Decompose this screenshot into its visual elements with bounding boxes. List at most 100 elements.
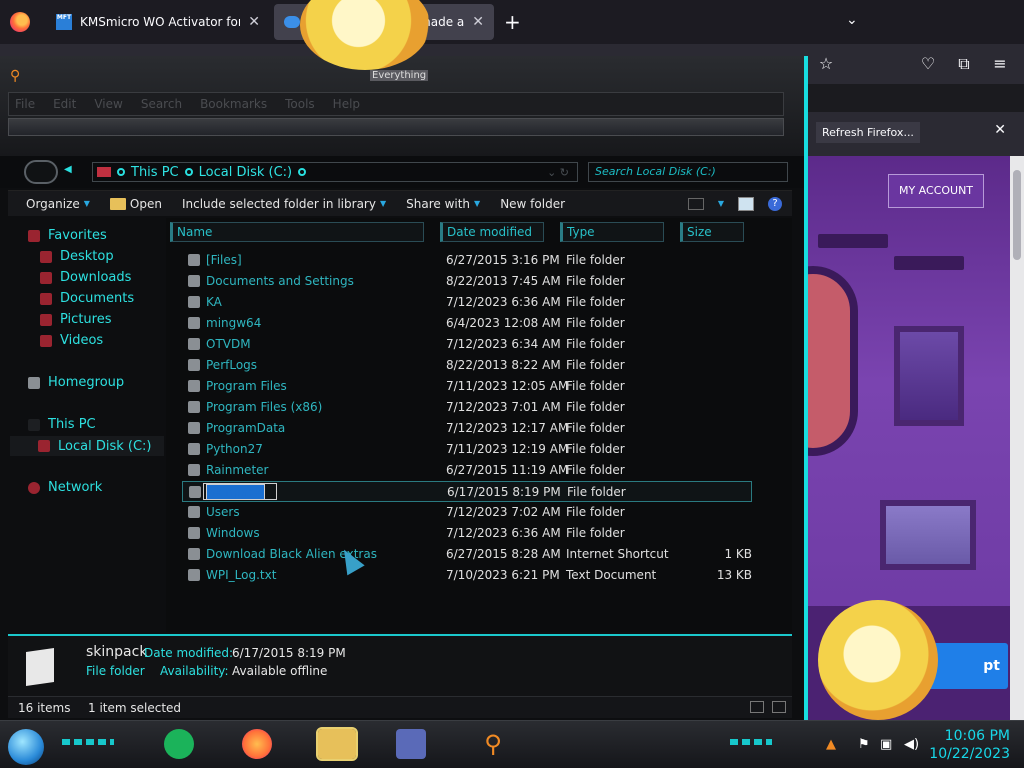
file-name: WPI_Log.txt	[206, 568, 277, 582]
organize-label: Organize	[26, 196, 80, 211]
breadcrumb-this-pc[interactable]: This PC	[131, 165, 179, 180]
details-date-value: 6/17/2015 8:19 PM	[232, 646, 346, 660]
file-row[interactable]: WPI_Log.txt 7/10/2023 6:21 PM Text Documen…	[182, 565, 752, 586]
action-center-icon[interactable]: ⚑	[858, 737, 870, 752]
start-orb-icon[interactable]	[8, 729, 44, 765]
new-tab-icon[interactable]: +	[504, 10, 521, 34]
my-account-button[interactable]: MY ACCOUNT	[888, 174, 984, 208]
app-window-taskbar-icon[interactable]	[396, 729, 426, 759]
file-date: 6/27/2015 11:19 AM	[446, 463, 569, 477]
file-date: 7/12/2023 7:01 AM	[446, 400, 561, 414]
folder-icon	[188, 422, 200, 434]
new-folder-button[interactable]: New folder	[500, 197, 565, 211]
share-with-button[interactable]: Share with ▼	[406, 197, 480, 211]
file-explorer-taskbar-icon[interactable]	[316, 727, 358, 761]
close-icon[interactable]: ✕	[994, 122, 1006, 138]
menu-bookmarks[interactable]: Bookmarks	[200, 97, 267, 111]
menu-help[interactable]: Help	[333, 97, 360, 111]
decorative-dots	[62, 739, 114, 745]
nav-downloads[interactable]: Downloads	[40, 270, 131, 285]
menu-search[interactable]: Search	[141, 97, 182, 111]
open-button[interactable]: Open	[109, 197, 162, 211]
preview-pane-icon[interactable]	[738, 196, 754, 211]
column-header-date[interactable]: Date modified	[440, 222, 544, 242]
file-row[interactable]: [Files] 6/27/2015 3:16 PM File folder	[182, 250, 752, 271]
network-tray-icon[interactable]: ▣	[880, 737, 892, 752]
column-header-size[interactable]: Size	[680, 222, 744, 242]
accept-button[interactable]: pt	[926, 643, 1008, 689]
refresh-firefox-button[interactable]: Refresh Firefox...	[816, 122, 920, 143]
file-row[interactable]: mingw64 6/4/2023 12:08 AM File folder	[182, 313, 752, 334]
column-header-type[interactable]: Type	[560, 222, 664, 242]
volume-icon[interactable]: ◀)	[904, 737, 919, 752]
file-row[interactable]: PerfLogs 8/22/2013 8:22 AM File folder	[182, 355, 752, 376]
file-row[interactable]: OTVDM 7/12/2023 6:34 AM File folder	[182, 334, 752, 355]
breadcrumb-local-disk[interactable]: Local Disk (C:)	[199, 165, 292, 180]
search-icon[interactable]: ⚲	[10, 68, 20, 84]
file-row[interactable]: ProgramData 7/12/2023 12:17 AM File folder	[182, 418, 752, 439]
details-view-icon[interactable]	[750, 701, 764, 713]
search-input[interactable]: Search Local Disk (C:)	[588, 162, 788, 182]
help-icon[interactable]: ?	[768, 196, 782, 211]
drive-icon	[38, 440, 50, 452]
file-date: 7/11/2023 12:19 AM	[446, 442, 569, 456]
pocket-icon[interactable]: ♡	[918, 54, 938, 73]
firefox-taskbar-icon[interactable]	[242, 729, 272, 759]
file-row[interactable]: Download Black Alien extras 6/27/2015 8:2…	[182, 544, 752, 565]
file-row[interactable]: KA 7/12/2023 6:36 AM File folder	[182, 292, 752, 313]
tray-app-icon[interactable]: ▲	[826, 737, 836, 752]
list-all-tabs-icon[interactable]: ⌄	[846, 12, 858, 28]
file-name: ProgramData	[206, 421, 286, 435]
star-icon[interactable]: ☆	[816, 54, 836, 73]
column-header-name[interactable]: Name	[170, 222, 424, 242]
file-row[interactable]: Users 7/12/2023 7:02 AM File folder	[182, 502, 752, 523]
file-row[interactable]: Program Files (x86) 7/12/2023 7:01 AM File…	[182, 397, 752, 418]
scrollbar-thumb[interactable]	[1013, 170, 1021, 260]
nav-this-pc[interactable]: This PC	[28, 417, 96, 432]
file-row[interactable]: Documents and Settings 8/22/2013 7:45 AM F…	[182, 271, 752, 292]
menu-view[interactable]: View	[94, 97, 122, 111]
close-icon[interactable]: ✕	[472, 14, 484, 30]
search-everything-taskbar-icon[interactable]: ⚲	[478, 729, 508, 759]
file-name: Python27	[206, 442, 263, 456]
file-type: File folder	[566, 253, 625, 267]
downloads-icon	[40, 271, 52, 284]
nav-videos[interactable]: Videos	[40, 333, 103, 348]
nav-network[interactable]: Network	[28, 480, 102, 495]
menu-icon[interactable]: ≡	[990, 54, 1010, 73]
file-row[interactable]: Program Files 7/11/2023 12:05 AM File fold…	[182, 376, 752, 397]
extensions-icon[interactable]: ⧉	[954, 54, 974, 74]
chat-app-icon[interactable]	[164, 729, 194, 759]
nav-favorites[interactable]: Favorites	[28, 228, 107, 243]
nav-desktop[interactable]: Desktop	[40, 249, 114, 264]
separator-icon	[117, 168, 125, 176]
include-in-library-button[interactable]: Include selected folder in library ▼	[182, 197, 386, 211]
refresh-icon[interactable]: ⌄ ↻	[547, 166, 577, 179]
file-row[interactable]: skinpack 6/17/2015 8:19 PM File folder	[182, 481, 752, 502]
view-options-icon[interactable]	[687, 197, 704, 210]
file-type: File folder	[566, 295, 625, 309]
clock[interactable]: 10:06 PM 10/22/2023	[929, 727, 1010, 763]
page-scrollbar[interactable]	[1010, 156, 1024, 720]
recent-locations-icon[interactable]: ◀	[64, 164, 72, 175]
file-row[interactable]: Rainmeter 6/27/2015 11:19 AM File folder	[182, 460, 752, 481]
file-row[interactable]: Windows 7/12/2023 6:36 AM File folder	[182, 523, 752, 544]
nav-homegroup[interactable]: Homegroup	[28, 375, 124, 390]
nav-documents[interactable]: Documents	[40, 291, 134, 306]
back-forward-orb[interactable]	[24, 160, 58, 184]
menu-tools[interactable]: Tools	[285, 97, 315, 111]
details-name: skinpack	[86, 644, 148, 660]
nav-local-disk[interactable]: Local Disk (C:)	[10, 436, 164, 456]
firefox-logo-icon[interactable]	[10, 12, 30, 32]
tab-favicon-icon	[284, 16, 300, 28]
organize-button[interactable]: Organize ▼	[26, 197, 90, 211]
chevron-down-icon[interactable]: ▼	[718, 199, 724, 208]
file-row[interactable]: Python27 7/11/2023 12:19 AM File folder	[182, 439, 752, 460]
close-icon[interactable]: ✕	[248, 14, 260, 30]
menu-edit[interactable]: Edit	[53, 97, 76, 111]
menu-file[interactable]: File	[15, 97, 35, 111]
nav-pictures[interactable]: Pictures	[40, 312, 111, 327]
browser-tab-kmsmicro[interactable]: MFT KMSmicro WO Activator for offi ✕	[46, 4, 270, 40]
large-icons-view-icon[interactable]	[772, 701, 786, 713]
address-bar[interactable]: This PC Local Disk (C:) ⌄ ↻	[92, 162, 578, 182]
